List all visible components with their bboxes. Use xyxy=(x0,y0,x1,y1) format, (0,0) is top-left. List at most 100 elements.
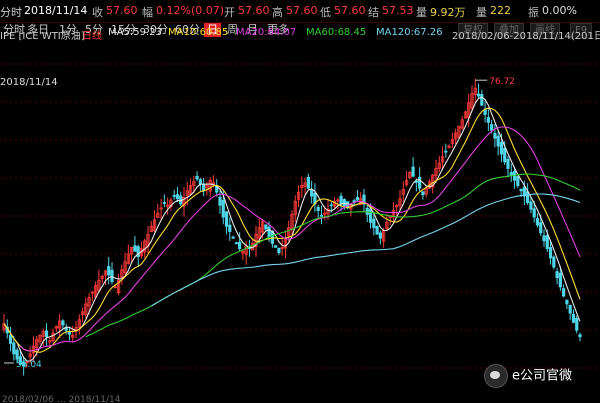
candle-body xyxy=(375,226,379,235)
bottom-axis-text: 2018/02/06 … 2018/11/14 xyxy=(2,395,121,403)
candle-body xyxy=(8,334,13,344)
candle-body xyxy=(503,148,507,163)
settle-value: 57.53 xyxy=(382,4,414,17)
candle-body xyxy=(267,226,271,238)
wechat-logo-icon xyxy=(484,364,508,388)
low-label: 低 xyxy=(320,6,331,19)
candlestick-chart[interactable]: 76.72 55.04 2018/11/14 2018/02/06 … 2018/11… xyxy=(0,38,600,403)
candle-body xyxy=(545,235,549,250)
candle-body xyxy=(234,242,238,245)
candle-body xyxy=(532,208,536,218)
candle-body xyxy=(195,175,199,180)
candle-body xyxy=(529,201,533,210)
open-label: 开 xyxy=(224,6,235,19)
candle-body xyxy=(329,204,333,207)
candle-body xyxy=(355,196,360,201)
candle-body xyxy=(162,202,166,204)
candle-body xyxy=(67,331,72,335)
candle-body xyxy=(274,245,278,248)
candle-body xyxy=(519,188,523,192)
candle-body xyxy=(228,224,232,232)
close-value: 57.60 xyxy=(106,4,138,17)
candle-body xyxy=(339,195,343,205)
candle-body xyxy=(535,218,540,226)
ma20-line xyxy=(20,126,581,352)
max-price-label: 76.72 xyxy=(489,77,515,87)
candle-body xyxy=(319,214,324,217)
left-date-label: 2018/11/14 xyxy=(0,77,58,88)
change-label: 幅 xyxy=(142,6,153,19)
candle-body xyxy=(316,207,320,211)
candle-body xyxy=(578,334,582,338)
candle-body xyxy=(562,288,566,297)
candle-body xyxy=(480,94,484,106)
open-value: 57.60 xyxy=(238,4,270,17)
close-label: 收 xyxy=(92,6,103,19)
candle-body xyxy=(486,117,490,123)
chart-legend: IPE [ICE WTI原油] 日线 MA5:59.23 MA10:60.85 … xyxy=(0,26,600,42)
candle-body xyxy=(418,176,422,189)
candle-body xyxy=(378,232,382,239)
legend-symbol: IPE [ICE WTI原油] xyxy=(0,31,85,42)
high-label: 高 xyxy=(272,6,283,19)
candle-body xyxy=(558,272,562,288)
candle-body xyxy=(516,175,520,186)
candle-body xyxy=(548,247,553,259)
quote-date: 2018/11/14 xyxy=(24,4,88,17)
candle-body xyxy=(496,135,500,147)
candle-body xyxy=(555,271,559,279)
volume-label: 量 xyxy=(416,6,427,19)
candle-body xyxy=(571,313,576,323)
candle-body xyxy=(368,208,373,223)
settle-label: 结 xyxy=(368,6,379,19)
candle-body xyxy=(372,218,376,229)
amplitude-value: 0.00% xyxy=(542,4,577,17)
candle-body xyxy=(490,124,494,131)
watermark: e公司官微 xyxy=(484,364,572,388)
candle-body xyxy=(509,172,513,176)
candle-body xyxy=(198,179,202,185)
legend-ma60: MA60:68.45 xyxy=(306,27,367,38)
candle-body xyxy=(310,189,314,197)
legend-range: 2018/02/06-2018/11/14(201日) xyxy=(452,31,600,42)
candle-body xyxy=(568,304,572,314)
time-label: 分时 xyxy=(0,6,22,19)
high-value: 57.60 xyxy=(286,4,318,17)
candle-body xyxy=(44,330,49,338)
candle-body xyxy=(15,349,19,360)
candle-body xyxy=(476,93,481,97)
candle-body xyxy=(542,235,546,242)
candle-body xyxy=(133,245,137,252)
candle-body xyxy=(411,166,415,177)
legend-ma120: MA120:67.26 xyxy=(376,27,443,38)
candle-body xyxy=(175,194,180,200)
legend-period: 日线 xyxy=(82,31,102,42)
amplitude-label: 振 xyxy=(528,6,539,19)
candle-body xyxy=(110,269,114,282)
candle-body xyxy=(539,222,543,234)
candle-body xyxy=(172,195,176,197)
candle-body xyxy=(306,176,310,189)
candle-body xyxy=(107,266,111,276)
candle-body xyxy=(552,256,556,268)
position-label: 量 xyxy=(476,6,487,19)
quote-bar: 分时 2018/11/14 收 57.60 幅 0.12%(0.07) 开 57… xyxy=(0,0,600,23)
legend-ma10: MA10:60.85 xyxy=(168,27,229,38)
candle-body xyxy=(224,211,229,227)
ma120-line xyxy=(151,193,581,307)
candle-body xyxy=(264,224,268,230)
candle-body xyxy=(565,299,569,305)
candle-body xyxy=(221,199,225,218)
candle-body xyxy=(277,247,281,254)
candle-body xyxy=(12,342,16,355)
min-price-label: 55.04 xyxy=(16,360,42,370)
candle-body xyxy=(218,196,222,206)
change-value: 0.12%(0.07) xyxy=(156,4,225,17)
candle-body xyxy=(421,191,425,196)
volume-value: 9.92万 xyxy=(430,6,466,19)
candle-body xyxy=(202,183,206,192)
candle-body xyxy=(231,236,235,239)
legend-ma20: MA20:64.07 xyxy=(236,27,297,38)
position-value: 222 xyxy=(490,4,511,17)
candle-body xyxy=(506,158,510,169)
